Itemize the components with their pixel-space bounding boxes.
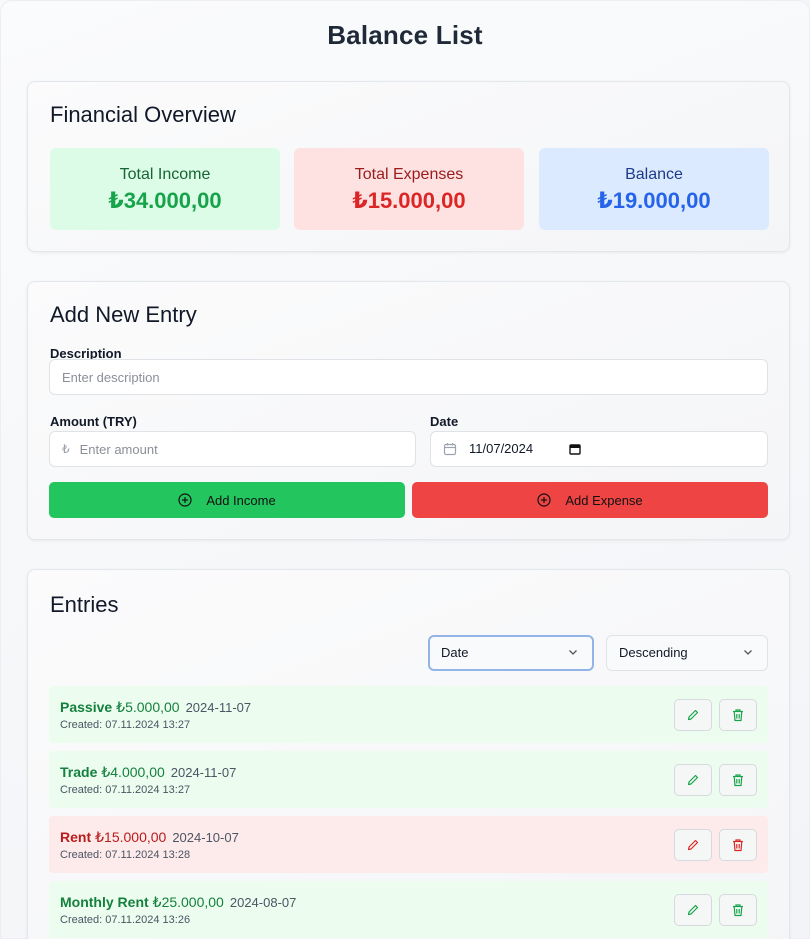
entry-amount: ₺15.000,00 — [95, 829, 167, 845]
entry-date: 2024-11-07 — [170, 765, 237, 780]
plus-circle-icon — [537, 493, 551, 507]
entries-heading: Entries — [50, 592, 119, 617]
entry-name: Rent — [60, 829, 92, 845]
trash-icon — [731, 838, 745, 852]
trash-icon — [731, 708, 745, 722]
amount-input[interactable] — [79, 432, 415, 466]
entry-amount: ₺25.000,00 — [152, 894, 224, 910]
sort-order-value: Descending — [619, 645, 688, 660]
add-entry-card: Add New Entry Description Amount (TRY) ₺… — [27, 281, 790, 540]
overview-heading: Financial Overview — [50, 102, 236, 127]
entry-name: Trade — [60, 764, 98, 780]
trash-icon — [731, 903, 745, 917]
total-expenses-stat: Total Expenses ₺15.000,00 — [294, 148, 524, 230]
total-income-label: Total Income — [119, 166, 211, 183]
entry-row: Monthly Rent ₺25.000,00 2024-08-07 Created… — [49, 881, 768, 938]
calendar-icon — [443, 442, 457, 456]
total-expenses-value: ₺15.000,00 — [352, 188, 466, 213]
pencil-icon — [686, 903, 700, 917]
sort-field-select[interactable]: Date — [428, 635, 594, 671]
date-label: Date — [430, 414, 459, 429]
trash-icon — [731, 773, 745, 787]
entry-created: Created: 07.11.2024 13:27 — [60, 719, 191, 731]
add-entry-heading: Add New Entry — [50, 302, 197, 327]
entry-summary: Rent ₺15.000,00 2024-10-07 — [60, 829, 239, 846]
entry-summary: Passive ₺5.000,00 2024-11-07 — [60, 699, 251, 716]
entry-created: Created: 07.11.2024 13:27 — [60, 784, 191, 796]
date-picker-icon[interactable] — [569, 443, 581, 455]
balance-stat: Balance ₺19.000,00 — [539, 148, 769, 230]
delete-entry-button[interactable] — [719, 699, 757, 731]
entries-card: Entries Date Descending Passive ₺5.000,00… — [27, 569, 790, 939]
entry-created: Created: 07.11.2024 13:28 — [60, 849, 191, 861]
entry-date: 2024-08-07 — [229, 895, 297, 910]
balance-label: Balance — [625, 166, 683, 183]
entry-date: 2024-11-07 — [185, 700, 252, 715]
chevron-down-icon — [568, 637, 578, 669]
lira-prefix-icon: ₺ — [62, 442, 70, 456]
balance-value: ₺19.000,00 — [597, 188, 711, 213]
page: Balance List Financial Overview Total In… — [0, 0, 810, 939]
date-value: 11/07/2024 — [469, 441, 534, 456]
total-expenses-label: Total Expenses — [354, 166, 464, 183]
entry-amount: ₺4.000,00 — [101, 764, 165, 780]
total-income-stat: Total Income ₺34.000,00 — [50, 148, 280, 230]
delete-entry-button[interactable] — [719, 894, 757, 926]
edit-entry-button[interactable] — [674, 699, 712, 731]
entry-created: Created: 07.11.2024 13:26 — [60, 914, 191, 926]
pencil-icon — [686, 708, 700, 722]
entry-summary: Monthly Rent ₺25.000,00 2024-08-07 — [60, 894, 296, 911]
delete-entry-button[interactable] — [719, 829, 757, 861]
entry-name: Passive — [60, 699, 113, 715]
total-income-value: ₺34.000,00 — [108, 188, 222, 213]
page-title: Balance List — [327, 20, 483, 50]
entry-row: Passive ₺5.000,00 2024-11-07 Created: 07.1… — [49, 686, 768, 743]
description-field-wrap — [49, 359, 768, 395]
chevron-down-icon — [743, 636, 753, 670]
financial-overview-card: Financial Overview Total Income ₺34.000,… — [27, 81, 790, 252]
sort-order-select[interactable]: Descending — [606, 635, 768, 671]
entry-name: Monthly Rent — [60, 894, 149, 910]
entry-amount: ₺5.000,00 — [116, 699, 180, 715]
add-income-label: Add Income — [206, 492, 276, 508]
entry-date: 2024-10-07 — [172, 830, 239, 845]
pencil-icon — [686, 773, 700, 787]
edit-entry-button[interactable] — [674, 764, 712, 796]
edit-entry-button[interactable] — [674, 829, 712, 861]
plus-circle-icon — [178, 493, 192, 507]
entry-row: Rent ₺15.000,00 2024-10-07 Created: 07.11.… — [49, 816, 768, 873]
delete-entry-button[interactable] — [719, 764, 757, 796]
entry-summary: Trade ₺4.000,00 2024-11-07 — [60, 764, 236, 781]
description-input[interactable] — [62, 360, 767, 394]
date-input[interactable]: 11/07/2024 — [430, 431, 768, 467]
amount-label: Amount (TRY) — [50, 414, 137, 429]
sort-field-value: Date — [441, 645, 469, 660]
entry-row: Trade ₺4.000,00 2024-11-07 Created: 07.11.… — [49, 751, 768, 808]
amount-field-wrap: ₺ — [49, 431, 416, 467]
add-expense-button[interactable]: Add Expense — [412, 482, 768, 518]
pencil-icon — [686, 838, 700, 852]
add-expense-label: Add Expense — [565, 492, 643, 508]
add-income-button[interactable]: Add Income — [49, 482, 405, 518]
edit-entry-button[interactable] — [674, 894, 712, 926]
